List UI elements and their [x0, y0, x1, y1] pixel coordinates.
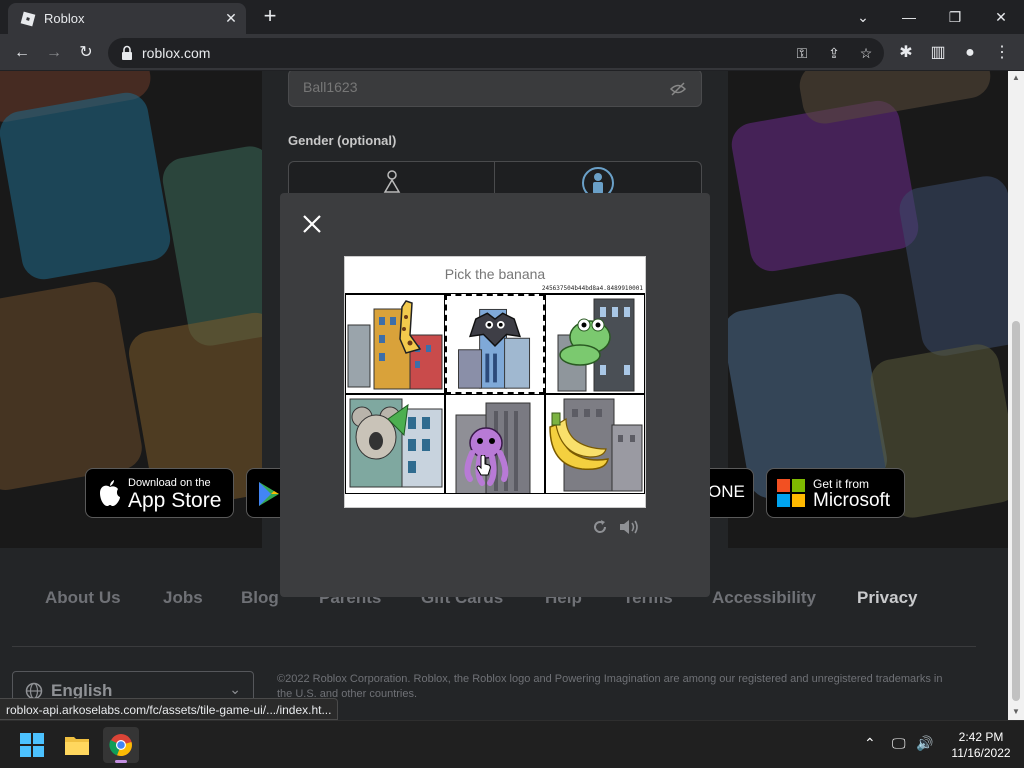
captcha-tile-octopus[interactable] [445, 394, 545, 494]
tab-title: Roblox [44, 11, 85, 26]
roblox-favicon-icon [20, 11, 36, 27]
back-button[interactable]: ← [8, 39, 36, 67]
chrome-button[interactable] [103, 727, 139, 763]
taskbar-clock[interactable]: 2:42 PM 11/16/2022 [946, 729, 1016, 761]
banana-icon [549, 398, 643, 492]
scroll-up-icon[interactable]: ▲ [1012, 73, 1020, 82]
url-text: roblox.com [142, 45, 211, 61]
audio-icon[interactable] [618, 518, 640, 536]
captcha-prompt: Pick the banana [444, 266, 546, 282]
reload-button[interactable]: ↻ [72, 39, 100, 67]
status-bar-url: roblox-api.arkoselabs.com/fc/assets/tile… [0, 698, 339, 720]
tab-roblox[interactable]: Roblox ✕ [8, 3, 246, 34]
giraffe-icon [347, 300, 443, 390]
lock-icon [122, 45, 132, 60]
clock-time: 2:42 PM [958, 730, 1004, 744]
close-icon[interactable] [300, 212, 324, 236]
start-button[interactable] [14, 727, 50, 763]
bat-icon [458, 308, 531, 389]
tab-strip: Roblox ✕ + ⌄ — ❐ ✕ [0, 0, 1024, 34]
tab-close-icon[interactable]: ✕ [222, 9, 240, 27]
windows-logo-icon [20, 733, 44, 757]
network-icon[interactable]: 🖵 [892, 735, 906, 752]
share-icon[interactable]: ⇪ [822, 41, 846, 65]
chrome-icon [109, 734, 132, 757]
side-panel-icon[interactable]: ▥ [924, 39, 952, 67]
koala-icon [349, 398, 443, 488]
folder-icon [65, 737, 89, 755]
captcha-tile-frog[interactable] [545, 294, 645, 394]
tab-search-icon[interactable]: ⌄ [840, 4, 886, 30]
scroll-down-icon[interactable]: ▼ [1012, 707, 1020, 716]
file-explorer-button[interactable] [59, 727, 95, 763]
captcha-challenge-id: 245637504b44bd8a4.8489910001 [541, 285, 643, 292]
clock-date: 11/16/2022 [951, 746, 1011, 760]
captcha-tile-grid [345, 293, 645, 494]
page-viewport: Ball1623 Gender (optional) Download on t… [0, 71, 1008, 720]
frog-icon [557, 298, 635, 392]
key-icon[interactable]: ⚿ [790, 41, 814, 65]
menu-icon[interactable]: ⋮ [988, 39, 1016, 67]
volume-icon[interactable]: 🔊 [916, 735, 933, 752]
address-bar[interactable]: roblox.com ⚿ ⇪ ☆ [108, 38, 884, 68]
close-window-button[interactable]: ✕ [978, 4, 1024, 30]
active-app-indicator [115, 760, 127, 763]
hand-cursor-icon [476, 455, 491, 476]
refresh-icon[interactable] [592, 519, 608, 535]
restore-button[interactable]: ❐ [932, 4, 978, 30]
octopus-icon [455, 402, 531, 493]
scrollbar-thumb[interactable] [1012, 321, 1020, 701]
windows-taskbar: ⌃ 🖵 🔊 2:42 PM 11/16/2022 [0, 720, 1024, 768]
captcha-tile-bat[interactable] [445, 294, 545, 394]
captcha-modal: Pick the banana 245637504b44bd8a4.848991… [280, 193, 710, 597]
minimize-button[interactable]: — [886, 4, 932, 30]
browser-toolbar: ← → ↻ roblox.com ⚿ ⇪ ☆ ✱ ▥ ● ⋮ [0, 34, 1024, 71]
captcha-tile-giraffe[interactable] [345, 294, 445, 394]
bookmark-star-icon[interactable]: ☆ [854, 41, 878, 65]
show-hidden-icons-icon[interactable]: ⌃ [864, 735, 876, 752]
profile-icon[interactable]: ● [956, 39, 984, 67]
extensions-icon[interactable]: ✱ [892, 39, 920, 67]
captcha-tile-koala[interactable] [345, 394, 445, 494]
captcha-tile-banana[interactable] [545, 394, 645, 494]
forward-button[interactable]: → [40, 39, 68, 67]
modal-overlay: Pick the banana 245637504b44bd8a4.848991… [0, 71, 1008, 720]
captcha-challenge: Pick the banana 245637504b44bd8a4.848991… [344, 256, 646, 508]
page-scrollbar[interactable]: ▲ ▼ [1008, 71, 1024, 720]
new-tab-button[interactable]: + [258, 4, 282, 28]
